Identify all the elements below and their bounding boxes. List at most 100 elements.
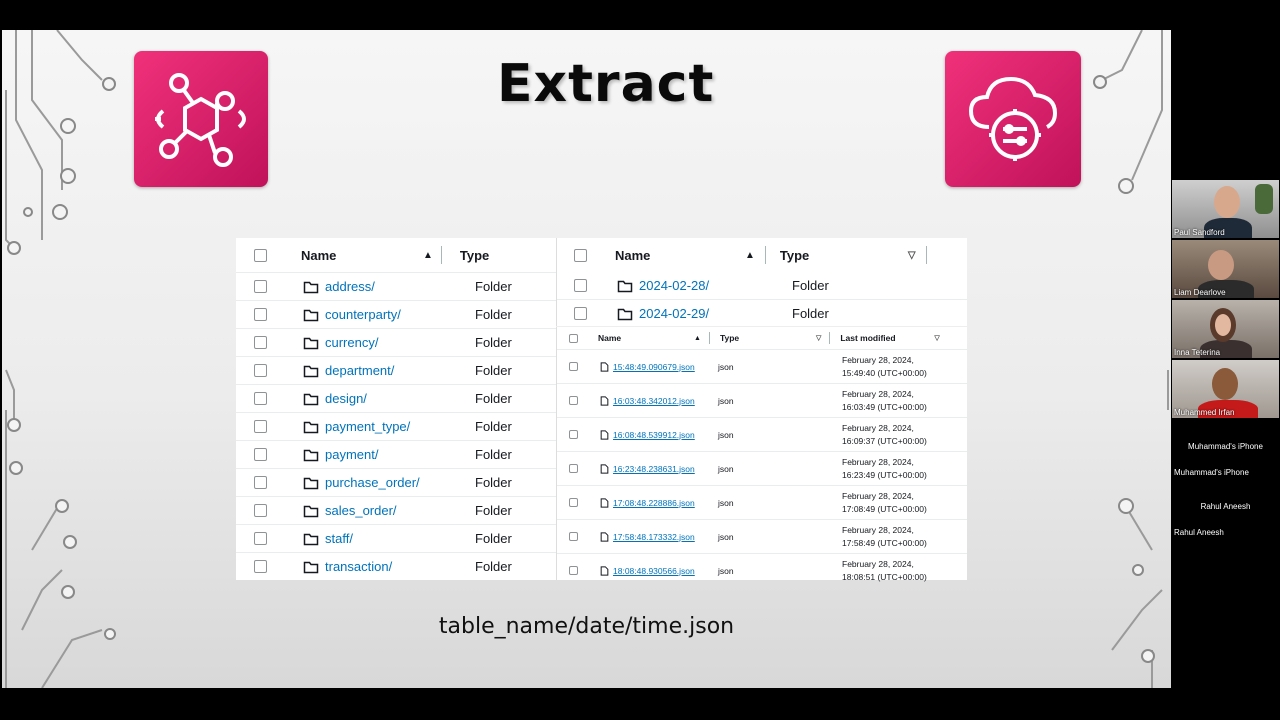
file-link[interactable]: 15:48:49.090679.json: [613, 362, 718, 372]
file-link[interactable]: 16:03:48.342012.json: [613, 396, 718, 406]
column-divider[interactable]: [708, 332, 710, 344]
folder-link[interactable]: 2024-02-28/: [639, 278, 792, 293]
row-checkbox[interactable]: [254, 504, 267, 517]
folder-link[interactable]: sales_order/: [325, 503, 475, 518]
file-link[interactable]: 17:08:48.228886.json: [613, 498, 718, 508]
row-checkbox[interactable]: [254, 392, 267, 405]
table-row[interactable]: 2024-02-28/Folder: [557, 272, 967, 299]
table-row[interactable]: currency/Folder: [236, 328, 556, 356]
column-header-last-modified[interactable]: Last modified: [840, 333, 934, 343]
participant-tile[interactable]: Paul Sandford: [1172, 180, 1279, 238]
file-link[interactable]: 18:08:48.930566.json: [613, 566, 718, 576]
select-all-checkbox[interactable]: [574, 248, 587, 262]
sort-descending-icon[interactable]: ▽: [816, 334, 821, 342]
column-header-name[interactable]: Name: [301, 248, 421, 263]
column-header-type[interactable]: Type: [780, 248, 908, 263]
participant-tile[interactable]: Liam Dearlove: [1172, 240, 1279, 298]
table-row[interactable]: sales_order/Folder: [236, 496, 556, 524]
folder-link[interactable]: staff/: [325, 531, 475, 546]
file-link[interactable]: 16:23:48.238631.json: [613, 464, 718, 474]
table-header: Name ▲ Type ▽: [557, 238, 967, 272]
row-checkbox[interactable]: [569, 464, 578, 473]
column-divider[interactable]: [925, 246, 927, 264]
select-all-checkbox[interactable]: [569, 333, 578, 343]
table-row[interactable]: counterparty/Folder: [236, 300, 556, 328]
sort-ascending-icon[interactable]: ▲: [423, 250, 433, 261]
row-checkbox[interactable]: [254, 532, 267, 545]
folder-icon: [303, 362, 319, 379]
table-row[interactable]: payment/Folder: [236, 440, 556, 468]
folder-link[interactable]: design/: [325, 391, 475, 406]
column-divider[interactable]: [764, 246, 766, 264]
row-checkbox[interactable]: [254, 336, 267, 349]
row-checkbox[interactable]: [569, 430, 578, 439]
table-row[interactable]: 18:08:48.930566.json json February 28, 202…: [557, 553, 967, 587]
row-checkbox[interactable]: [254, 560, 267, 573]
table-row[interactable]: staff/Folder: [236, 524, 556, 552]
row-checkbox[interactable]: [254, 476, 267, 489]
row-checkbox[interactable]: [569, 396, 578, 405]
participant-video: [1208, 250, 1234, 280]
file-icon: [600, 497, 609, 508]
folder-icon: [303, 558, 319, 575]
row-checkbox[interactable]: [254, 420, 267, 433]
table-row[interactable]: department/Folder: [236, 356, 556, 384]
table-row[interactable]: 15:48:49.090679.json json February 28, 202…: [557, 350, 967, 383]
column-divider[interactable]: [440, 246, 442, 264]
row-checkbox[interactable]: [254, 448, 267, 461]
sort-descending-icon[interactable]: ▽: [908, 250, 916, 261]
folder-link[interactable]: purchase_order/: [325, 475, 475, 490]
column-header-name[interactable]: Name: [615, 248, 745, 263]
modified-date: February 28, 2024,: [842, 558, 914, 569]
row-checkbox[interactable]: [254, 280, 267, 293]
modified-date: February 28, 2024,: [842, 422, 914, 433]
table-row[interactable]: design/Folder: [236, 384, 556, 412]
sort-descending-icon[interactable]: ▽: [934, 334, 939, 342]
table-row[interactable]: 2024-02-29/Folder: [557, 299, 967, 327]
folder-link[interactable]: counterparty/: [325, 307, 475, 322]
table-row[interactable]: 16:23:48.238631.json json February 28, 202…: [557, 451, 967, 485]
sort-ascending-icon[interactable]: ▲: [694, 335, 701, 342]
select-all-checkbox[interactable]: [254, 248, 267, 262]
file-link[interactable]: 16:08:48.539912.json: [613, 430, 718, 440]
row-checkbox[interactable]: [574, 279, 587, 292]
table-row[interactable]: 17:58:48.173332.json json February 28, 202…: [557, 519, 967, 553]
table-row[interactable]: address/Folder: [236, 273, 556, 300]
row-checkbox[interactable]: [569, 362, 578, 371]
folder-link[interactable]: transaction/: [325, 559, 475, 574]
folder-link[interactable]: department/: [325, 363, 475, 378]
folder-link[interactable]: address/: [325, 279, 475, 294]
column-header-name[interactable]: Name: [598, 333, 694, 343]
participant-tile[interactable]: Muhammad's iPhone Muhammad's iPhone: [1172, 420, 1279, 478]
type-cell: json: [718, 361, 734, 372]
modified-date: February 28, 2024,: [842, 490, 914, 501]
column-divider[interactable]: [829, 332, 831, 344]
column-header-type[interactable]: Type: [720, 333, 816, 343]
folder-link[interactable]: payment/: [325, 447, 475, 462]
row-checkbox[interactable]: [574, 307, 587, 320]
row-checkbox[interactable]: [569, 532, 578, 541]
sort-ascending-icon[interactable]: ▲: [745, 250, 755, 261]
type-cell: Folder: [792, 306, 829, 321]
folder-link[interactable]: 2024-02-29/: [639, 306, 792, 321]
table-row[interactable]: 16:03:48.342012.json json February 28, 202…: [557, 383, 967, 417]
participant-tile[interactable]: Muhammed Irfan: [1172, 360, 1279, 418]
last-modified-cell: February 28, 2024, 15:49:40 (UTC+00:00): [842, 354, 927, 380]
folder-link[interactable]: currency/: [325, 335, 475, 350]
row-checkbox[interactable]: [254, 308, 267, 321]
row-checkbox[interactable]: [569, 498, 578, 507]
table-row[interactable]: purchase_order/Folder: [236, 468, 556, 496]
participant-tile[interactable]: Rahul Aneesh Rahul Aneesh: [1172, 480, 1279, 538]
table-row[interactable]: 17:08:48.228886.json json February 28, 202…: [557, 485, 967, 519]
participant-name: Inna Teterina: [1174, 348, 1221, 357]
row-checkbox[interactable]: [569, 566, 578, 575]
folder-link[interactable]: payment_type/: [325, 419, 475, 434]
table-row[interactable]: payment_type/Folder: [236, 412, 556, 440]
table-row[interactable]: 16:08:48.539912.json json February 28, 202…: [557, 417, 967, 451]
participant-tile[interactable]: Inna Teterina: [1172, 300, 1279, 358]
type-cell: Folder: [475, 335, 512, 350]
column-header-type[interactable]: Type: [460, 248, 489, 263]
row-checkbox[interactable]: [254, 364, 267, 377]
table-row[interactable]: transaction/Folder: [236, 552, 556, 580]
file-link[interactable]: 17:58:48.173332.json: [613, 532, 718, 542]
